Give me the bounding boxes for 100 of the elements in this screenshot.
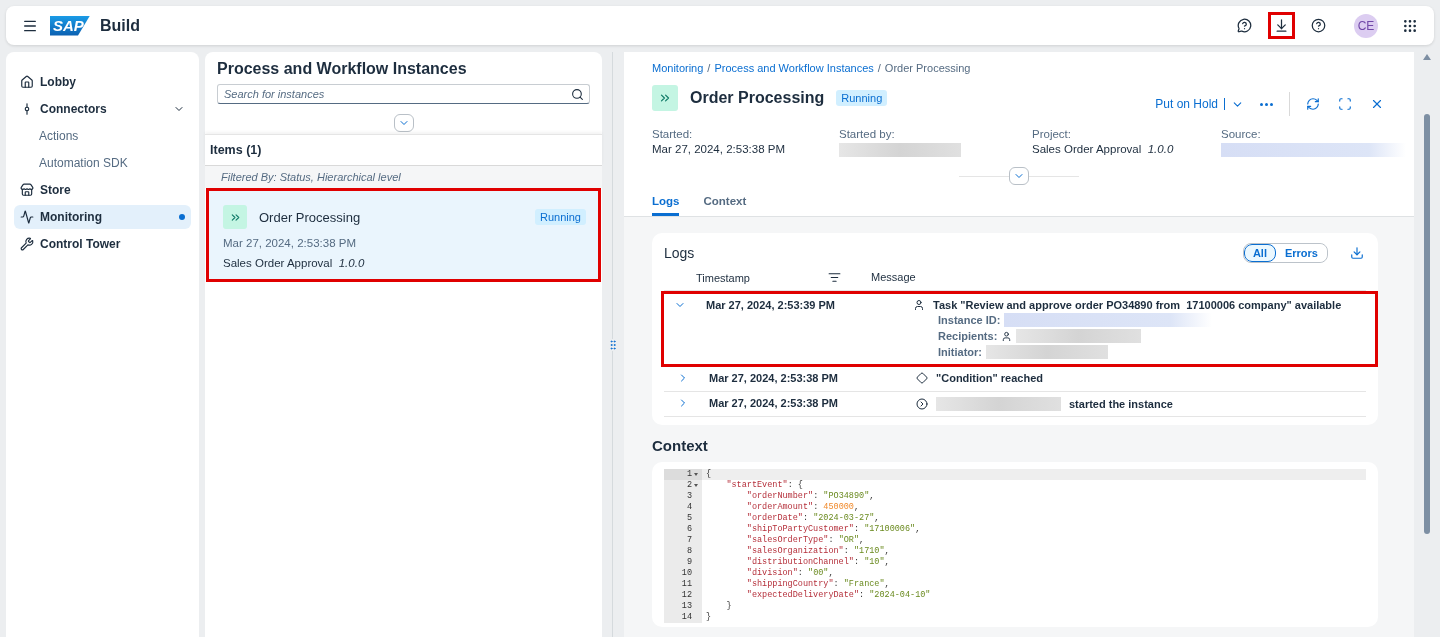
- line-number: 14: [681, 612, 692, 623]
- sidebar-item-label: Connectors: [40, 102, 108, 116]
- sidebar-subitem[interactable]: Actions: [14, 124, 191, 148]
- more-button[interactable]: [1258, 100, 1275, 108]
- log-timestamp: Mar 27, 2024, 2:53:38 PM: [709, 372, 840, 386]
- tab[interactable]: Logs: [652, 187, 680, 216]
- line-number: 12: [681, 590, 692, 601]
- log-row[interactable]: Mar 27, 2024, 2:53:39 PM Task "Review and approve order PO34890 from 17100006 company" available Instance ID: Recipients: Initiator:: [661, 291, 1378, 367]
- line-number: 1: [686, 469, 692, 480]
- sidebar-item-label: Store: [40, 183, 72, 197]
- tab[interactable]: Context: [703, 187, 747, 216]
- sidebar-item[interactable]: Lobby: [14, 70, 191, 94]
- more-icon: [1260, 102, 1273, 106]
- meta-value: Sales Order Approval 1.0.0: [1032, 143, 1175, 155]
- code-line: "salesOrganization": "1710",: [745, 546, 890, 557]
- column-header: Message: [871, 271, 917, 284]
- meta-label: Started:: [652, 128, 694, 140]
- sidebar-subitem[interactable]: Automation SDK: [14, 151, 191, 175]
- fullscreen-button[interactable]: [1336, 95, 1354, 113]
- instance-item[interactable]: Order Processing Running Mar 27, 2024, 2:53:38 PM Sales Order Approval 1.0.0: [206, 188, 601, 282]
- log-timestamp: Mar 27, 2024, 2:53:39 PM: [706, 299, 837, 313]
- breadcrumb-separator: /: [877, 62, 881, 74]
- download-button[interactable]: [1348, 244, 1366, 262]
- code-line: "expectedDeliveryDate": "2024-04-10": [745, 590, 931, 601]
- instance-title: Order Processing: [259, 209, 362, 225]
- log-row[interactable]: Mar 27, 2024, 2:53:38 PM started the instance: [664, 392, 1366, 417]
- filter-option[interactable]: All: [1243, 244, 1276, 262]
- card-title: Logs: [664, 245, 696, 261]
- code-line: "salesOrderType": "OR",: [745, 535, 865, 546]
- store-icon: [20, 183, 34, 197]
- breadcrumb-link[interactable]: Process and Workflow Instances: [714, 62, 874, 74]
- close-icon: [1370, 97, 1384, 111]
- breadcrumb-link[interactable]: Monitoring: [652, 62, 704, 74]
- process-icon: [223, 205, 247, 229]
- line-number: 2: [686, 480, 692, 491]
- log-message: "Condition" reached: [936, 372, 1043, 384]
- status-badge: Running: [836, 90, 888, 106]
- log-message: started the instance: [1069, 398, 1173, 410]
- code-line: }: [725, 601, 732, 612]
- instance-date: Mar 27, 2024, 2:53:38 PM: [223, 237, 357, 249]
- filter-info: Filtered By: Status, Hierarchical level: [205, 166, 602, 188]
- line-number: 4: [686, 502, 692, 513]
- scrollbar-thumb[interactable]: [1424, 114, 1430, 534]
- detail-label: Recipients:: [938, 330, 998, 342]
- line-number: 5: [686, 513, 692, 524]
- logo: SAP: [50, 15, 90, 36]
- sidebar-item[interactable]: Store: [14, 178, 191, 202]
- code-line: {: [705, 469, 712, 480]
- inbox-button[interactable]: [1268, 12, 1295, 39]
- breadcrumb-separator: /: [707, 62, 711, 74]
- instance-project: Sales Order Approval 1.0.0: [223, 257, 366, 269]
- panel-title: Process and Workflow Instances: [217, 60, 468, 78]
- scroll-up-icon[interactable]: [1423, 54, 1431, 60]
- breadcrumb-current: Order Processing: [884, 62, 971, 74]
- search-field[interactable]: Search for instances: [217, 84, 590, 104]
- sidebar-item[interactable]: Connectors: [14, 97, 191, 121]
- wrench-icon: [20, 237, 34, 251]
- line-number: 7: [686, 535, 692, 546]
- meta-value: Mar 27, 2024, 2:53:38 PM: [652, 143, 786, 155]
- line-number: 11: [681, 579, 692, 590]
- log-row[interactable]: Mar 27, 2024, 2:53:38 PM "Condition" reached: [664, 367, 1366, 392]
- home-icon: [20, 75, 34, 89]
- code-line: "orderAmount": 450000,: [745, 502, 860, 513]
- status-badge: Running: [535, 209, 586, 225]
- person-icon: [1001, 330, 1013, 342]
- help-icon: [1311, 18, 1326, 33]
- put-on-hold-button[interactable]: Put on Hold: [1155, 97, 1244, 111]
- section-title: Context: [652, 437, 709, 454]
- sidebar-item-label: Monitoring: [40, 210, 103, 224]
- diamond-icon: [916, 372, 928, 384]
- detail-label: Initiator:: [938, 346, 982, 358]
- sidebar-item[interactable]: Monitoring: [14, 205, 191, 229]
- detail-title: Order Processing: [690, 89, 825, 107]
- line-number: 3: [686, 491, 692, 502]
- meta-label: Started by:: [839, 128, 896, 140]
- sort-icon[interactable]: [828, 271, 841, 284]
- log-message: Task "Review and approve order PO34890 from 17100006 company" available: [933, 299, 1342, 311]
- product-name: Build: [100, 16, 140, 35]
- process-icon: [652, 85, 678, 111]
- refresh-button[interactable]: [1304, 95, 1322, 113]
- code-line: "shippingCountry": "France",: [745, 579, 890, 590]
- meta-label: Source:: [1221, 128, 1262, 140]
- line-number: 8: [686, 546, 692, 557]
- code-line: "startEvent": {: [725, 480, 803, 491]
- line-number: 6: [686, 524, 692, 535]
- line-number: 10: [681, 568, 692, 579]
- search-icon[interactable]: [571, 88, 584, 101]
- sidebar-item-label: Control Tower: [40, 237, 122, 251]
- fullscreen-icon: [1338, 97, 1352, 111]
- code-line: }: [705, 612, 712, 623]
- code-line: "division": "00",: [745, 568, 834, 579]
- person-icon: [913, 299, 925, 311]
- log-timestamp: Mar 27, 2024, 2:53:38 PM: [709, 397, 840, 411]
- line-number: 13: [681, 601, 692, 612]
- code-line: "orderNumber": "PO34890",: [745, 491, 875, 502]
- user-avatar[interactable]: CE: [1354, 13, 1378, 38]
- code-line: "orderDate": "2024-03-27",: [745, 513, 880, 524]
- code-line: "shipToPartyCustomer": "17100006",: [745, 524, 921, 535]
- refresh-icon: [1306, 97, 1320, 111]
- sidebar-item[interactable]: Control Tower: [14, 232, 191, 256]
